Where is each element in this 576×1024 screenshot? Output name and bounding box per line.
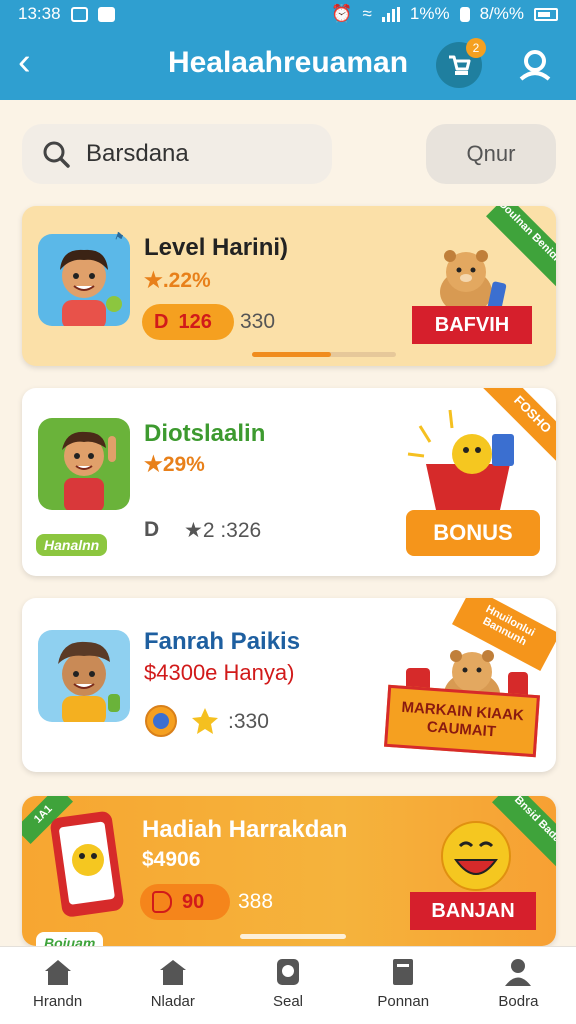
card-rating: ★29% [144,453,205,476]
progress-fill [252,352,332,357]
back-button[interactable]: ‹ [18,43,54,82]
card-stat: 388 [238,890,274,913]
pill-prefix: D [154,310,169,333]
badge-label: Boiuam [36,932,104,946]
bottom-nav: Hrandn Nladar Seal Ponnan Bodra [0,946,576,1024]
app-header: ‹ Healaahreuaman 2 [0,28,576,100]
status-time: 13:38 [18,4,61,23]
pill-value: 90 [182,890,205,913]
profile-button[interactable] [512,42,558,88]
message-icon [97,6,115,22]
document-icon [393,959,414,985]
card-rating: ★.22% [144,269,211,292]
offer-card-2[interactable]: Hanalnn Diotslaalin ★29% D ★2 :326 BONUS… [22,388,556,576]
phone-icon [50,811,124,917]
character-avatar [62,431,116,510]
cart-button[interactable]: 2 [436,38,486,88]
offer-card-4[interactable]: 1A1 Boiuam Hadiah Harrakdan $4906 90 388… [22,796,556,946]
character-avatar [60,249,122,326]
offer-card-1[interactable]: ⚑ Level Harini) ★.22% D 126 330 BAFVIH D… [22,206,556,366]
nav-item-search[interactable]: Seal [230,947,345,1024]
laughing-emoji-icon [441,821,511,891]
card-title: Level Harini) [144,234,289,261]
search-icon [43,141,70,168]
pill-value: 126 [178,310,212,333]
avatar [38,418,130,510]
search-icon [277,959,299,985]
search-button[interactable]: Qnur [426,124,556,184]
avatar [38,630,130,722]
coin-icon [145,705,177,737]
card-stat: 330 [240,310,276,333]
page-title: Healaahreuaman [167,46,409,79]
nav-label: Nladar [150,993,195,1010]
sim-icon [459,6,470,22]
home-icon [44,960,71,985]
status-bar: 13:38 ⏰ ≈ 1%% 8/%% [0,0,576,28]
battery-icon [534,7,558,21]
card-ribbon[interactable]: BANJAN [410,892,536,930]
shop-icon [159,960,186,985]
progress-bar [252,352,396,357]
ticket-icon [152,891,172,913]
nav-item-profile[interactable]: Bodra [461,947,576,1024]
nav-item-home[interactable]: Hrandn [0,947,115,1024]
cart-badge: 2 [466,38,486,58]
card-ribbon[interactable]: BAFVIH [412,306,532,344]
offer-card-3[interactable]: Fanrah Paikis $4300e Hanya) :330 MARKAIN… [22,598,556,772]
nav-label: Seal [272,993,304,1010]
badge-label: Hanalnn [36,534,108,556]
home-indicator [240,934,346,939]
card-stat: ★2 :326 [184,519,262,542]
card-title: Fanrah Paikis [144,628,301,655]
wifi-icon: ≈ [362,4,372,23]
nav-label: Ponnan [377,993,430,1010]
nav-label: Bodra [498,993,539,1010]
card-subtitle: $4300e Hanya) [144,660,295,685]
bonus-button[interactable]: BONUS [406,510,540,556]
character-avatar [58,641,120,722]
notification-icon [70,6,88,22]
promo-banner[interactable]: MARKAIN KIAAK CAUMAIT [384,684,540,758]
card-stat-prefix: D [144,518,160,541]
card-title: Hadiah Harrakdan [142,816,348,843]
nav-label: Hrandn [33,993,83,1010]
card-title: Diotslaalin [144,420,266,447]
card-stat: :330 [228,710,269,733]
price-pill[interactable]: 90 [140,884,230,920]
gift-basket-icon [407,409,514,510]
search-input[interactable] [86,140,286,168]
profile-icon [505,959,532,986]
nav-item-documents[interactable]: Ponnan [346,947,461,1024]
user-icon [519,50,551,81]
battery-percent-a: 1%% [409,4,450,23]
star-icon [192,708,218,734]
battery-percent-b: 8/%% [479,4,524,23]
nav-item-shop[interactable]: Nladar [115,947,230,1024]
signal-icon [381,6,400,22]
alarm-icon: ⏰ [331,4,353,23]
card-rating: $4906 [142,848,201,871]
price-pill[interactable]: D 126 [142,304,234,340]
cart-icon [449,55,471,75]
search-bar[interactable] [22,124,332,184]
avatar [38,234,130,326]
bear-mascot-icon [440,250,507,314]
